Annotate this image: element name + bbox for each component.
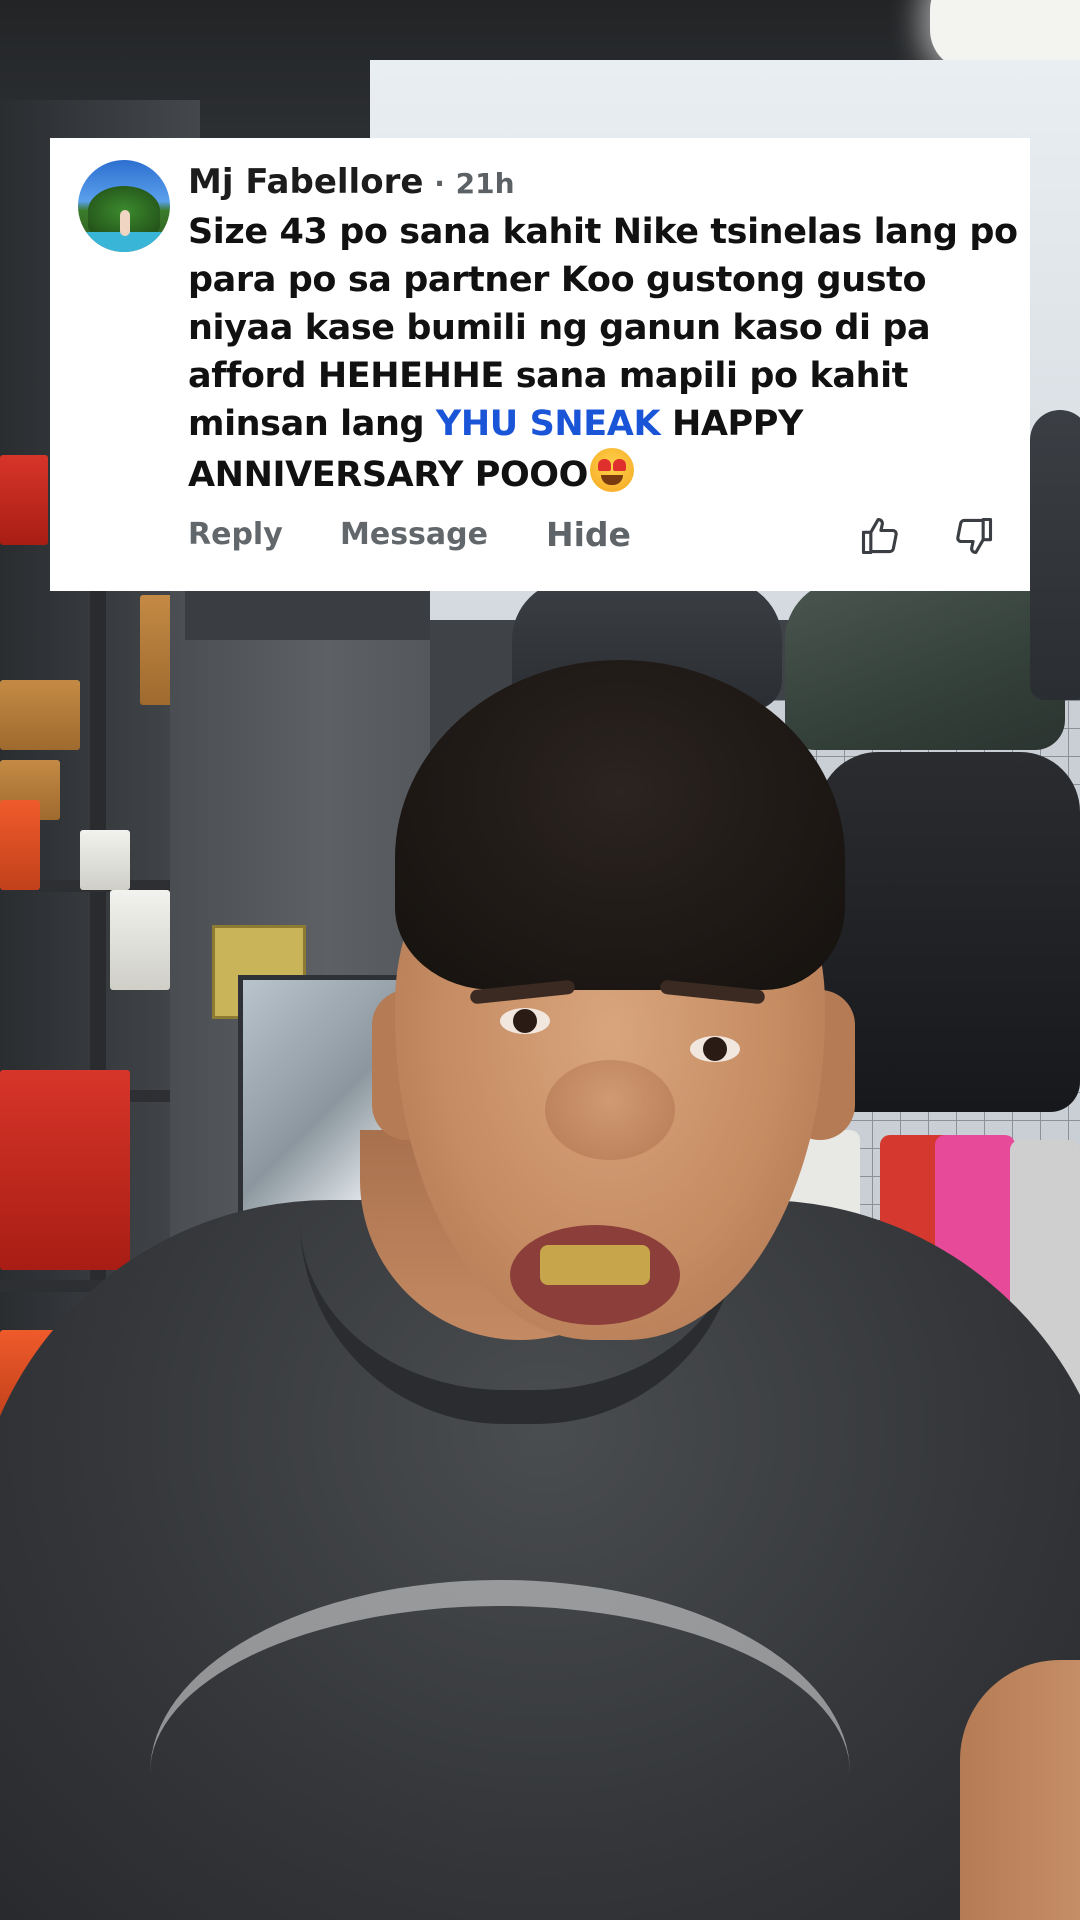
comment-body: Size 43 po sana kahit Nike tsinelas lang… (188, 208, 1018, 499)
thumbs-up-icon[interactable] (858, 514, 902, 558)
comment-author[interactable]: Mj Fabellore (188, 162, 423, 202)
heart-eyes-emoji-icon (590, 448, 635, 492)
comment-card: Mj Fabellore · 21h Size 43 po sana kahit… (50, 138, 1030, 591)
avatar-person (120, 210, 130, 236)
nose (545, 1060, 675, 1160)
shoe-box (0, 680, 80, 750)
backpack (818, 752, 1080, 1112)
backpack (1030, 410, 1080, 700)
left-eye (500, 1008, 550, 1034)
video-frame: Mj Fabellore · 21h Size 43 po sana kahit… (0, 0, 1080, 1920)
comment-separator: · (434, 167, 445, 200)
shoe-box (80, 830, 130, 890)
pillar-top (185, 590, 430, 640)
thumbs-down-icon[interactable] (952, 514, 996, 558)
comment-mention[interactable]: YHU SNEAK (436, 404, 661, 444)
message-button[interactable]: Message (340, 510, 488, 560)
shoe-box (0, 800, 40, 890)
right-eye (690, 1036, 740, 1062)
shoe-box (0, 1070, 130, 1270)
comment-timestamp: 21h (455, 167, 515, 200)
user-avatar[interactable] (78, 160, 170, 252)
shoe-box (0, 455, 48, 545)
teeth (540, 1245, 650, 1285)
comment-header: Mj Fabellore · 21h (188, 160, 515, 206)
hide-button[interactable]: Hide (546, 510, 631, 560)
shoe-box (110, 890, 170, 990)
comment-actions: Reply Message Hide (188, 510, 1000, 560)
reply-button[interactable]: Reply (188, 510, 283, 560)
backpack (785, 580, 1065, 750)
